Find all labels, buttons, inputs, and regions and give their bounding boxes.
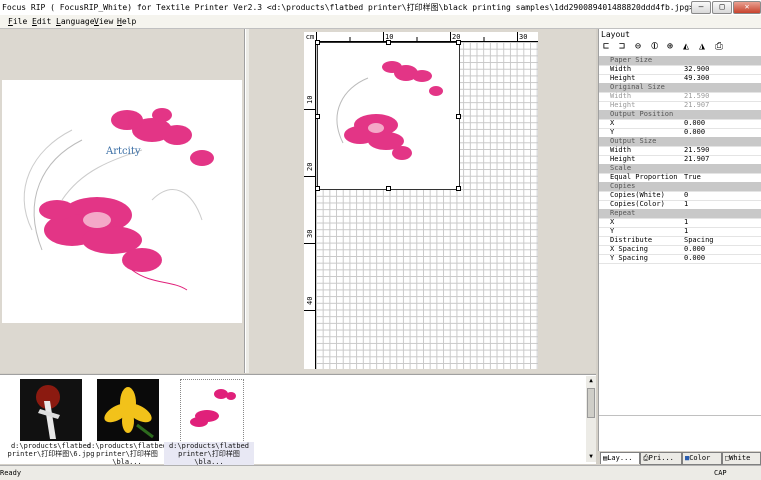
center-horizontal-icon[interactable]: ⊖ bbox=[635, 41, 641, 53]
print-icon[interactable]: ⎙ bbox=[715, 41, 723, 53]
resize-handle[interactable] bbox=[386, 186, 391, 191]
v-tick-30: 30 bbox=[306, 230, 314, 238]
panel-tabs: ▤Lay... ⎙Pri... ■Color □White bbox=[598, 451, 761, 465]
caps-indicator: CAP bbox=[714, 469, 727, 477]
thumbnail-label-selected: d:\products\flatbed printer\打印样图\bla... bbox=[164, 442, 254, 466]
tab-print[interactable]: ⎙Pri... bbox=[640, 452, 682, 465]
resize-handle[interactable] bbox=[386, 40, 391, 45]
align-top-left-icon[interactable]: ⊏ bbox=[603, 41, 609, 53]
maximize-button[interactable]: □ bbox=[712, 1, 732, 14]
menu-edit[interactable]: Edit bbox=[32, 17, 51, 26]
close-button[interactable]: ✕ bbox=[733, 1, 761, 14]
thumbnail-image[interactable] bbox=[180, 379, 244, 443]
title-bar: Focus RIP ( FocusRIP_White) for Textile … bbox=[0, 0, 761, 16]
thumbnail-image[interactable] bbox=[97, 379, 159, 441]
resize-handle[interactable] bbox=[456, 186, 461, 191]
align-top-right-icon[interactable]: ⊐ bbox=[619, 41, 625, 53]
layout-toolbar: ⊏ ⊐ ⊖ ⦶ ⊕ ◭ ◮ ⎙ bbox=[599, 40, 761, 54]
center-vertical-icon[interactable]: ⦶ bbox=[651, 41, 658, 53]
v-tick-10: 10 bbox=[306, 96, 314, 104]
tab-color[interactable]: ■Color bbox=[682, 452, 722, 465]
menu-help[interactable]: Help bbox=[117, 17, 136, 26]
thumbnail-strip: d:\products\flatbed printer\打印样图\6.jpg d… bbox=[0, 374, 596, 466]
placed-flower-artwork bbox=[336, 61, 443, 160]
status-bar: Ready CAP bbox=[0, 465, 761, 480]
horizontal-ruler: 10 20 30 bbox=[316, 32, 538, 42]
flip-vertical-icon[interactable]: ◮ bbox=[699, 41, 705, 53]
prop-y-spacing[interactable]: Y Spacing 0.000 bbox=[599, 254, 761, 264]
menu-file[interactable]: File bbox=[8, 17, 27, 26]
scroll-up-icon[interactable]: ▲ bbox=[586, 376, 596, 386]
panel-header: Layout bbox=[601, 30, 630, 39]
thumbnail-scrollbar[interactable]: ▲ ▼ bbox=[586, 376, 596, 462]
flip-horizontal-icon[interactable]: ◭ bbox=[683, 41, 689, 53]
logo-text: Artcity bbox=[105, 146, 141, 157]
resize-handle[interactable] bbox=[456, 40, 461, 45]
image-preview: Artcity bbox=[2, 80, 242, 323]
window-title: Focus RIP ( FocusRIP_White) for Textile … bbox=[2, 3, 694, 12]
menu-bar: File Edit Language View Help bbox=[0, 15, 761, 29]
resize-handle[interactable] bbox=[315, 114, 320, 119]
scroll-down-icon[interactable]: ▼ bbox=[586, 452, 596, 462]
resize-handle[interactable] bbox=[315, 186, 320, 191]
v-tick-20: 20 bbox=[306, 163, 314, 171]
minimize-button[interactable]: – bbox=[691, 1, 711, 14]
status-text: Ready bbox=[0, 469, 22, 477]
resize-handle[interactable] bbox=[456, 114, 461, 119]
flower-artwork: Artcity bbox=[23, 108, 214, 291]
scroll-thumb[interactable] bbox=[587, 388, 595, 418]
tab-white[interactable]: □White bbox=[722, 452, 761, 465]
h-tick-30: 30 bbox=[519, 33, 527, 41]
vertical-ruler: 10 20 30 40 bbox=[304, 42, 316, 369]
menu-view[interactable]: View bbox=[94, 17, 113, 26]
menu-language[interactable]: Language bbox=[56, 17, 95, 26]
v-tick-40: 40 bbox=[306, 297, 314, 305]
resize-handle[interactable] bbox=[315, 40, 320, 45]
center-both-icon[interactable]: ⊕ bbox=[667, 41, 673, 53]
thumbnail-image[interactable] bbox=[20, 379, 82, 441]
layout-properties-panel: Layout ⊏ ⊐ ⊖ ⦶ ⊕ ◭ ◮ ⎙ Paper Size Width 3… bbox=[598, 29, 761, 464]
tab-layout[interactable]: ▤Lay... bbox=[600, 452, 640, 464]
thumbnail-label: d:\products\flatbed printer\打印样图\bla... bbox=[86, 442, 168, 466]
placed-image[interactable] bbox=[315, 40, 461, 191]
